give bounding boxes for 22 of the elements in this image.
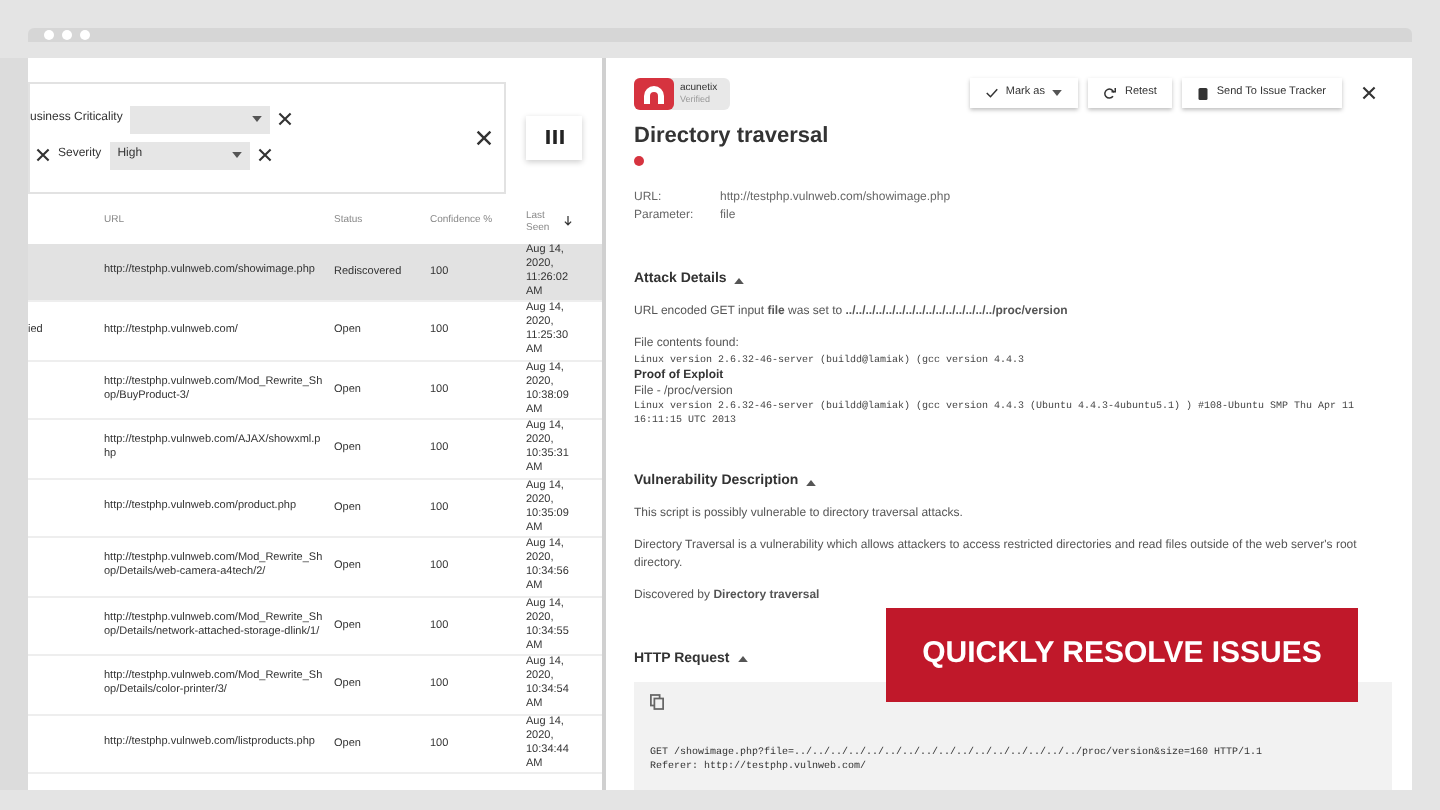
- caret-icon: [1052, 90, 1063, 96]
- columns-icon: [545, 130, 564, 144]
- logo-icon: [634, 77, 674, 109]
- copy-icon[interactable]: [650, 694, 664, 710]
- caret-icon: [231, 152, 242, 158]
- columns-button[interactable]: [526, 115, 582, 159]
- close-icon[interactable]: [257, 148, 272, 162]
- caret-icon: [806, 479, 817, 486]
- close-icon[interactable]: [476, 129, 493, 145]
- caret-icon: [737, 656, 748, 663]
- caret-icon: [252, 116, 263, 122]
- promo-banner: QUICKLY RESOLVE ISSUES: [886, 607, 1358, 701]
- checkmark-icon: [985, 88, 998, 98]
- issue-title: Directory traversal: [634, 121, 831, 151]
- clipboard-icon: [1198, 87, 1209, 99]
- close-icon[interactable]: [278, 112, 293, 126]
- severity-icon: [634, 156, 644, 166]
- close-icon[interactable]: [36, 148, 50, 162]
- refresh-icon: [1104, 87, 1117, 99]
- close-icon[interactable]: [1362, 86, 1376, 100]
- sort-arrow-icon[interactable]: [564, 216, 572, 226]
- caret-icon: [734, 277, 745, 284]
